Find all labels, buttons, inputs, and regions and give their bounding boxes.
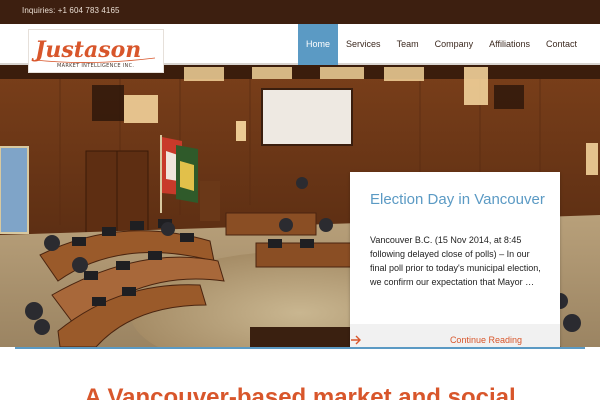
svg-text:Justason: Justason	[31, 37, 141, 63]
news-title[interactable]: Election Day in Vancouver	[370, 191, 550, 209]
logo-tagline: MARKET INTELLIGENCE INC.	[57, 63, 135, 69]
news-card: Election Day in Vancouver Vancouver B.C.…	[350, 172, 560, 347]
news-excerpt: Vancouver B.C. (15 Nov 2014, at 8:45 fol…	[370, 235, 541, 287]
nav-team[interactable]: Team	[389, 24, 427, 65]
nav-company[interactable]: Company	[427, 24, 482, 65]
continue-reading-link[interactable]: Continue Reading	[450, 335, 522, 345]
news-card-footer: Continue Reading	[350, 324, 560, 347]
logo[interactable]: Justason MARKET INTELLIGENCE INC.	[28, 29, 164, 73]
nav-services[interactable]: Services	[338, 24, 389, 65]
hero-slider: Election Day in Vancouver Vancouver B.C.…	[0, 65, 600, 347]
inquiries-phone[interactable]: Inquiries: +1 604 783 4165	[22, 6, 120, 15]
nav-contact[interactable]: Contact	[538, 24, 585, 65]
nav-home[interactable]: Home	[298, 24, 339, 65]
main-nav: Home Services Team Company Affiliations …	[298, 24, 585, 65]
page-headline: A Vancouver-based market and social	[84, 384, 516, 400]
nav-affiliations[interactable]: Affiliations	[481, 24, 538, 65]
top-bar: Inquiries: +1 604 783 4165	[0, 0, 600, 24]
arrow-right-icon[interactable]	[350, 334, 362, 346]
content-band	[15, 347, 585, 367]
